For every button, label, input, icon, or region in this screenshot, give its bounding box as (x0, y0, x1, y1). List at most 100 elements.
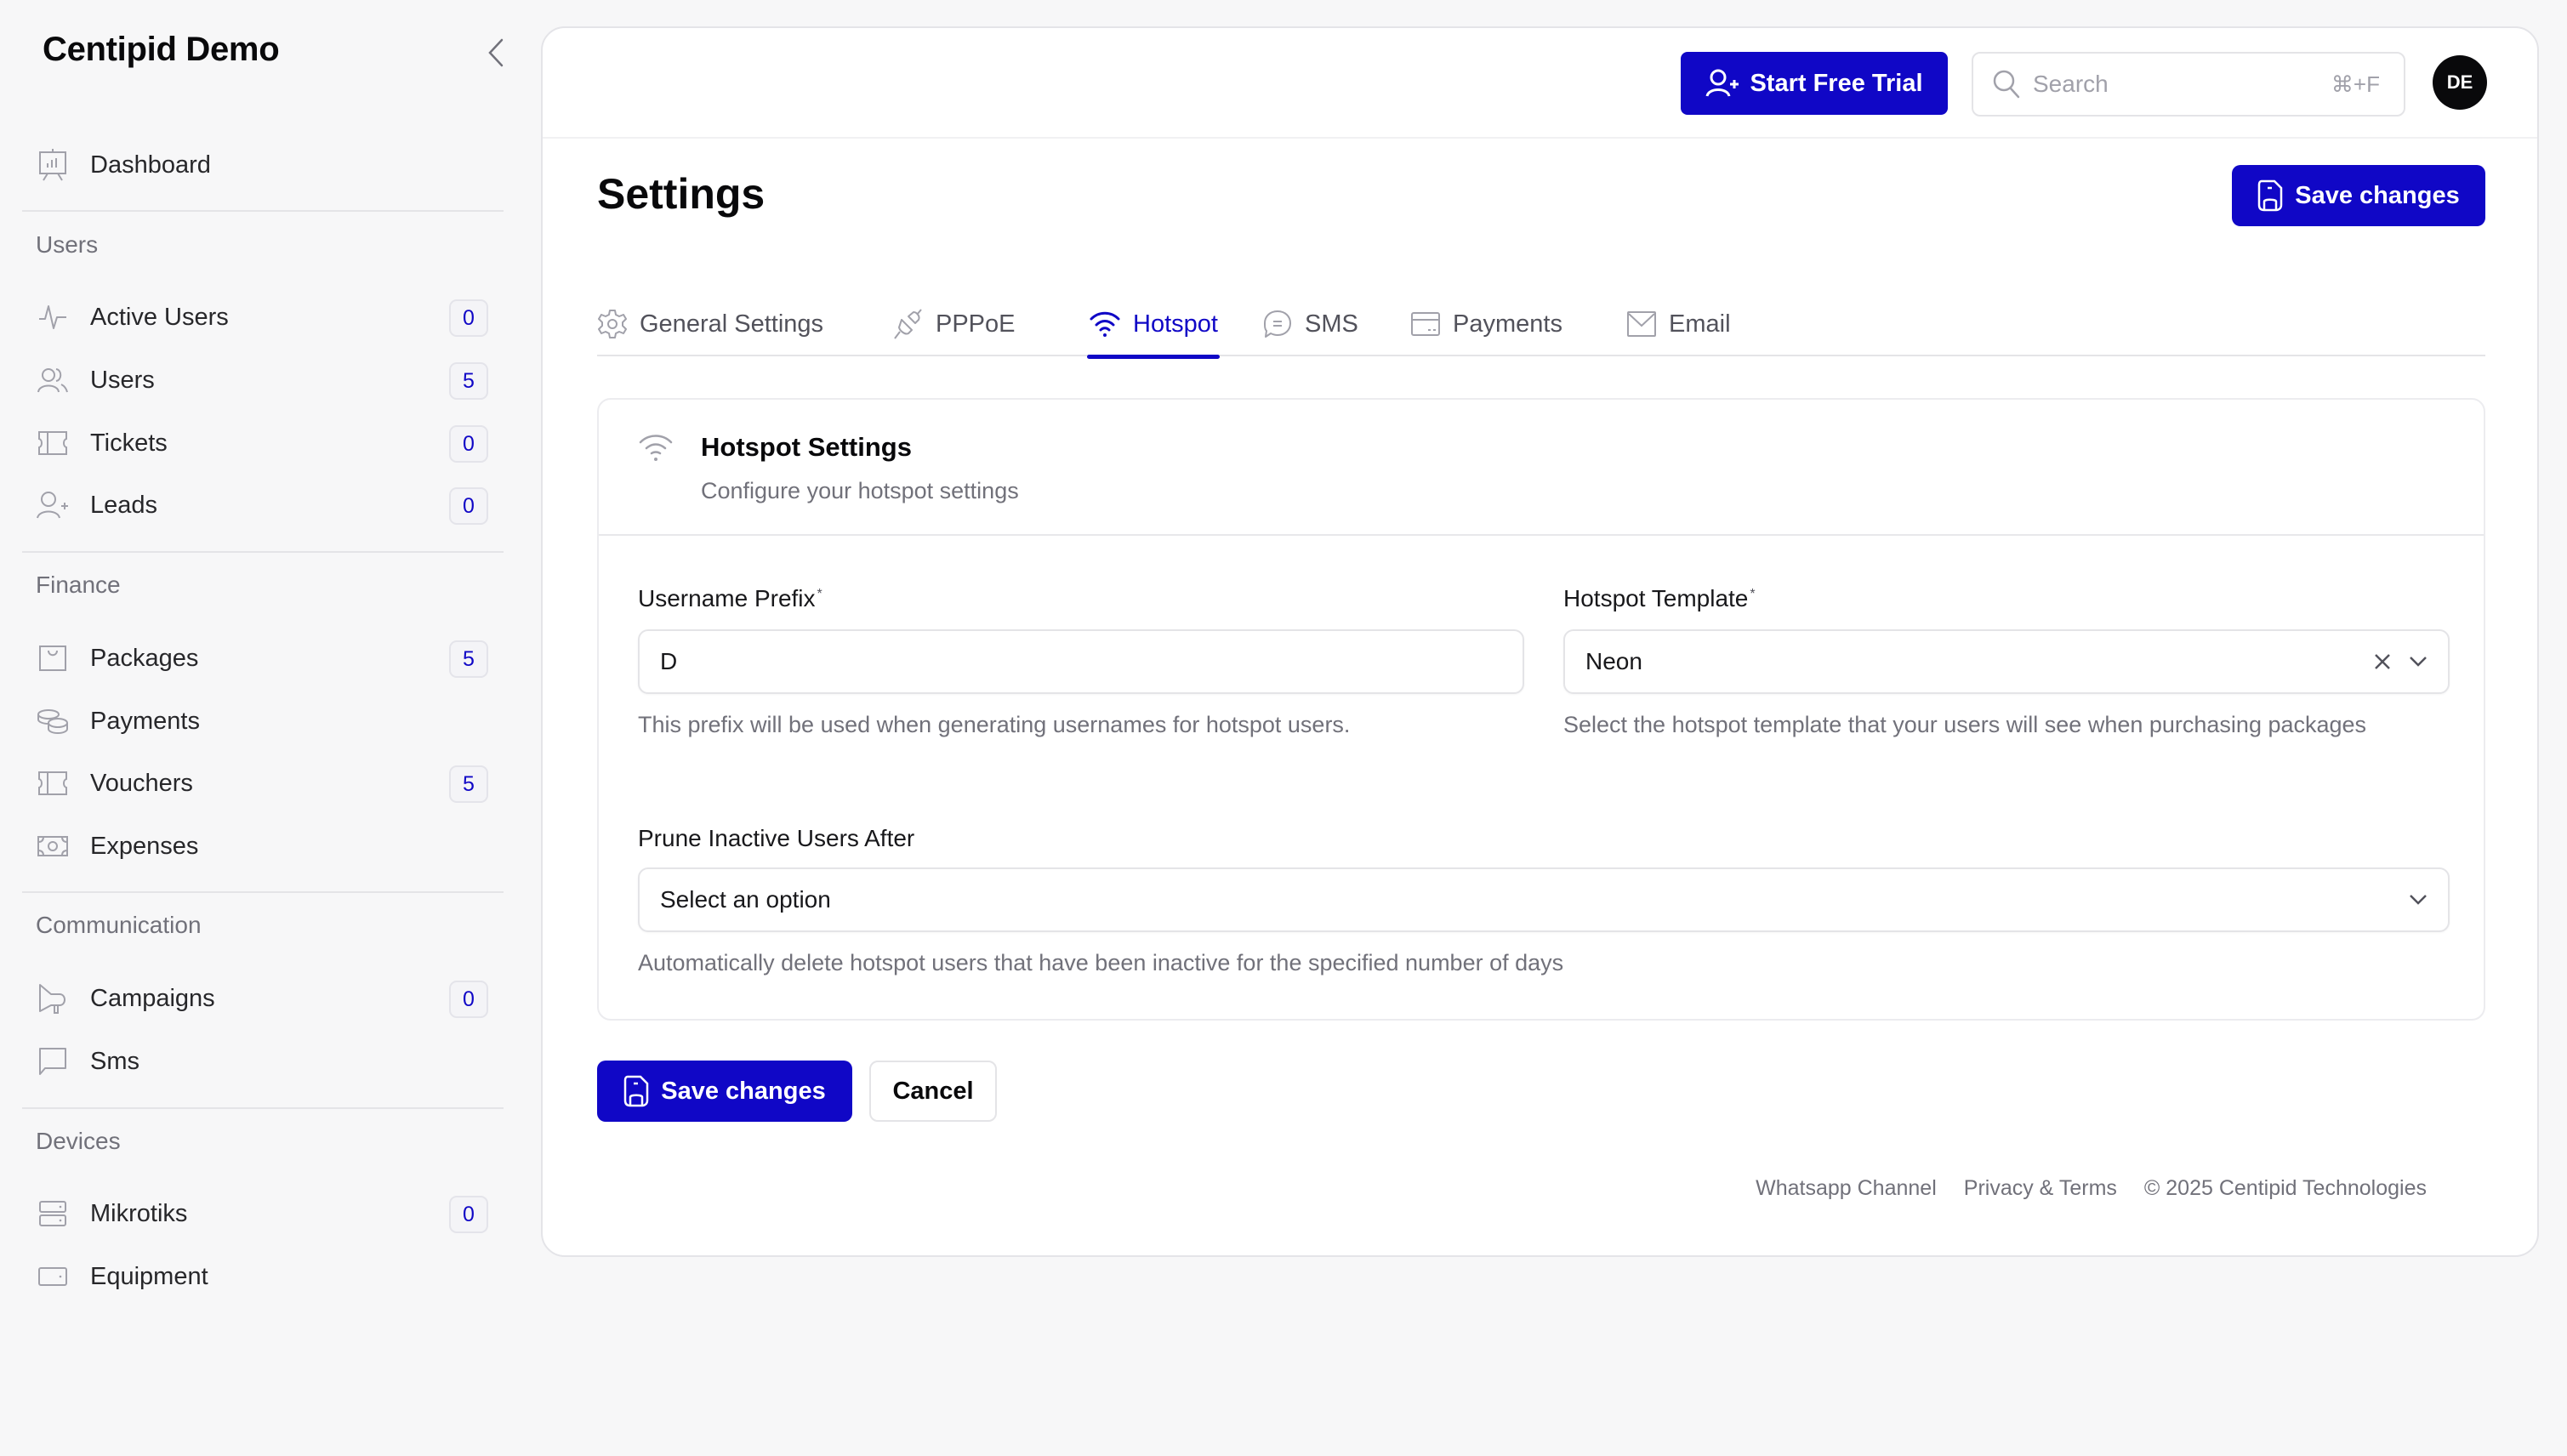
username-prefix-value: D (660, 648, 678, 674)
sidebar-item-label: Payments (90, 707, 200, 735)
save-changes-label: Save changes (2295, 181, 2460, 209)
avatar[interactable]: DE (2433, 55, 2487, 110)
tab-label: Payments (1453, 310, 1562, 338)
sidebar-item-active-users[interactable]: Active Users 0 (22, 291, 498, 344)
username-prefix-helper: This prefix will be used when generating… (638, 712, 1351, 737)
top-bar: Start Free Trial Search ⌘+F DE (543, 28, 2537, 139)
megaphone-icon (34, 980, 71, 1017)
prune-inactive-placeholder: Select an option (660, 886, 831, 913)
tab-hotspot[interactable]: Hotspot (1087, 299, 1220, 359)
save-icon (624, 1075, 649, 1107)
tab-label: PPPoE (936, 310, 1016, 338)
sidebar-item-users[interactable]: Users 5 (22, 354, 498, 407)
ticket-icon (34, 424, 71, 462)
wifi-icon (1090, 311, 1120, 337)
privacy-terms-link[interactable]: Privacy & Terms (1964, 1176, 2117, 1201)
settings-tabs: General Settings PPPoE Hotspot SMS Payme… (597, 299, 2485, 359)
sidebar-item-expenses[interactable]: Expenses (22, 820, 498, 873)
sidebar-divider (22, 1107, 504, 1109)
count-badge: 5 (449, 765, 488, 803)
sidebar-item-payments[interactable]: Payments (22, 695, 498, 748)
user-plus-icon (34, 486, 71, 524)
count-badge: 5 (449, 362, 488, 400)
message-square-icon (34, 1043, 71, 1080)
sidebar-item-tickets[interactable]: Tickets 0 (22, 417, 498, 469)
search-input[interactable]: Search ⌘+F (1972, 52, 2405, 117)
shopping-bag-icon (34, 640, 71, 677)
tab-payments[interactable]: Payments (1410, 299, 1562, 356)
required-mark: * (817, 586, 822, 601)
copyright-text: © 2025 Centipid Technologies (2143, 1176, 2427, 1200)
hard-drive-icon (34, 1258, 71, 1295)
tab-pppoe[interactable]: PPPoE (893, 299, 1016, 356)
username-prefix-label-text: Username Prefix (638, 585, 816, 611)
sidebar-item-dashboard[interactable]: Dashboard (22, 139, 498, 191)
credit-card-icon (1411, 312, 1440, 336)
collapse-sidebar-button[interactable] (481, 36, 510, 70)
banknote-icon (34, 828, 71, 865)
tab-general-settings[interactable]: General Settings (597, 299, 823, 356)
prune-inactive-select[interactable]: Select an option (638, 867, 2450, 932)
sidebar-item-label: Leads (90, 491, 158, 519)
brand-title: Centipid Demo (43, 31, 280, 68)
hotspot-template-label: Hotspot Template * (1563, 585, 1756, 612)
sidebar-item-sms[interactable]: Sms (22, 1035, 498, 1088)
username-prefix-input[interactable]: D (638, 629, 1524, 694)
prune-inactive-label: Prune Inactive Users After (638, 825, 915, 851)
card-title: Hotspot Settings (701, 432, 912, 462)
chevron-down-icon (2409, 656, 2428, 668)
tab-sms[interactable]: SMS (1262, 299, 1358, 356)
sidebar-item-label: Active Users (90, 303, 229, 331)
nav-group-title-finance: Finance (36, 572, 121, 598)
sidebar: Centipid Demo Dashboard Users Active Use… (0, 0, 527, 1456)
hotspot-template-label-text: Hotspot Template (1563, 585, 1749, 611)
save-changes-button[interactable]: Save changes (597, 1061, 852, 1122)
nav-group-title-communication: Communication (36, 912, 202, 938)
wifi-icon (638, 432, 674, 463)
sidebar-item-label: Vouchers (90, 769, 193, 797)
chat-bubble-icon (1264, 310, 1291, 338)
cancel-button[interactable]: Cancel (869, 1061, 997, 1122)
sidebar-item-label: Users (90, 366, 155, 394)
sidebar-divider (22, 210, 504, 212)
sidebar-item-packages[interactable]: Packages 5 (22, 632, 498, 685)
users-icon (34, 361, 71, 399)
tab-label: Email (1669, 310, 1731, 338)
save-changes-button-top[interactable]: Save changes (2232, 165, 2485, 226)
tab-email[interactable]: Email (1626, 299, 1731, 356)
sidebar-item-vouchers[interactable]: Vouchers 5 (22, 757, 498, 810)
start-free-trial-label: Start Free Trial (1750, 69, 1923, 97)
search-icon (1992, 69, 2021, 100)
count-badge: 0 (449, 425, 488, 463)
required-mark: * (1750, 586, 1756, 601)
nav-group-title-users: Users (36, 231, 99, 258)
sidebar-item-label: Dashboard (90, 151, 211, 179)
user-plus-icon (1705, 69, 1739, 97)
page-title: Settings (597, 170, 766, 218)
sidebar-item-label: Mikrotiks (90, 1199, 188, 1227)
chevron-down-icon (2409, 894, 2428, 906)
ticket-icon (34, 765, 71, 802)
count-badge: 0 (449, 487, 488, 525)
hotspot-template-select[interactable]: Neon (1563, 629, 2450, 694)
start-free-trial-button[interactable]: Start Free Trial (1681, 52, 1948, 115)
count-badge: 0 (449, 299, 488, 337)
save-icon (2258, 179, 2283, 212)
server-icon (34, 1195, 71, 1232)
chevron-left-icon (488, 38, 504, 67)
sidebar-item-label: Expenses (90, 832, 199, 860)
card-header: Hotspot Settings Configure your hotspot … (599, 400, 2484, 536)
clear-icon[interactable] (2373, 652, 2392, 671)
sidebar-item-campaigns[interactable]: Campaigns 0 (22, 972, 498, 1025)
plug-icon (894, 309, 922, 339)
presentation-chart-icon (34, 146, 71, 184)
count-badge: 0 (449, 1196, 488, 1233)
sidebar-item-equipment[interactable]: Equipment (22, 1250, 498, 1303)
nav-group-title-devices: Devices (36, 1128, 121, 1154)
sidebar-item-mikrotiks[interactable]: Mikrotiks 0 (22, 1187, 498, 1240)
whatsapp-channel-link[interactable]: Whatsapp Channel (1756, 1176, 1937, 1201)
username-prefix-label: Username Prefix * (638, 585, 822, 612)
card-subtitle: Configure your hotspot settings (701, 478, 1019, 503)
sidebar-item-leads[interactable]: Leads 0 (22, 479, 498, 532)
hotspot-template-value: Neon (1585, 648, 1642, 674)
